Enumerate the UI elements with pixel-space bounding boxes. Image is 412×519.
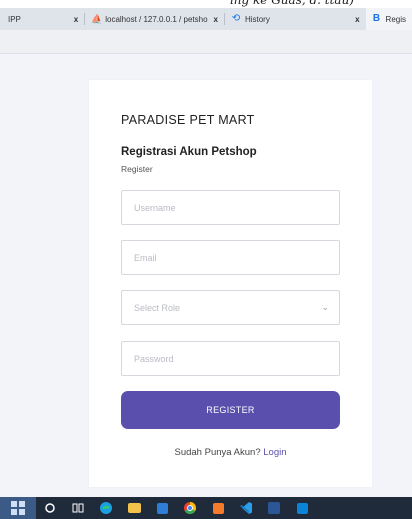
bootstrap-icon: B bbox=[372, 13, 381, 24]
start-icon[interactable] bbox=[0, 497, 36, 519]
username-field[interactable] bbox=[121, 190, 340, 225]
tab-label: History bbox=[244, 14, 270, 24]
tab-title-group: ⟲ History bbox=[231, 14, 270, 24]
browser-tab-strip: IPP x ⛵ localhost / 127.0.0.1 / petsho x… bbox=[0, 8, 412, 30]
login-prompt-text: Sudah Punya Akun? bbox=[174, 447, 261, 458]
role-select[interactable]: Select Role ⌄ bbox=[121, 290, 340, 325]
password-field[interactable] bbox=[121, 341, 340, 376]
photos-icon[interactable] bbox=[288, 497, 316, 519]
form-title: Registrasi Akun Petshop bbox=[121, 146, 257, 158]
browser-toolbar bbox=[0, 30, 412, 54]
cropped-previous-content: ing ke Guas, d. ttau) bbox=[0, 0, 412, 8]
task-view-icon[interactable] bbox=[64, 497, 92, 519]
login-link[interactable]: Login bbox=[263, 447, 286, 458]
login-prompt: Sudah Punya Akun? Login bbox=[89, 447, 372, 458]
tab-label: localhost / 127.0.0.1 / petsho bbox=[105, 14, 208, 24]
brand-name: PARADISE PET MART bbox=[121, 113, 255, 127]
tab-label: IPP bbox=[8, 14, 21, 24]
chevron-down-icon: ⌄ bbox=[321, 302, 329, 312]
xampp-icon[interactable] bbox=[204, 497, 232, 519]
role-select-value: Select Role bbox=[134, 302, 181, 313]
tab-history[interactable]: ⟲ History x bbox=[225, 8, 366, 30]
phpmyadmin-icon: ⛵ bbox=[91, 14, 103, 24]
password-input[interactable] bbox=[134, 342, 339, 375]
vscode-icon[interactable] bbox=[232, 497, 260, 519]
edge-icon[interactable] bbox=[92, 497, 120, 519]
register-card: PARADISE PET MART Registrasi Akun Petsho… bbox=[89, 80, 372, 487]
close-icon[interactable]: x bbox=[214, 15, 218, 24]
email-input[interactable] bbox=[134, 241, 339, 274]
windows-taskbar bbox=[0, 497, 412, 519]
form-subtitle: Register bbox=[121, 164, 153, 174]
chrome-icon[interactable] bbox=[176, 497, 204, 519]
close-icon[interactable]: x bbox=[74, 15, 78, 24]
tab-xampp[interactable]: IPP x bbox=[0, 8, 84, 30]
history-icon: ⟲ bbox=[231, 13, 241, 24]
tab-register-active[interactable]: B Regis bbox=[365, 8, 412, 30]
search-icon[interactable] bbox=[36, 497, 64, 519]
tab-label: Regis bbox=[385, 14, 406, 24]
register-button[interactable]: REGISTER bbox=[121, 391, 340, 429]
tab-phpmyadmin[interactable]: ⛵ localhost / 127.0.0.1 / petsho x bbox=[85, 8, 224, 30]
email-field[interactable] bbox=[121, 240, 340, 275]
username-input[interactable] bbox=[134, 191, 339, 224]
word-icon[interactable] bbox=[260, 497, 288, 519]
file-explorer-icon[interactable] bbox=[120, 497, 148, 519]
close-icon[interactable]: x bbox=[355, 15, 359, 24]
store-icon[interactable] bbox=[148, 497, 176, 519]
